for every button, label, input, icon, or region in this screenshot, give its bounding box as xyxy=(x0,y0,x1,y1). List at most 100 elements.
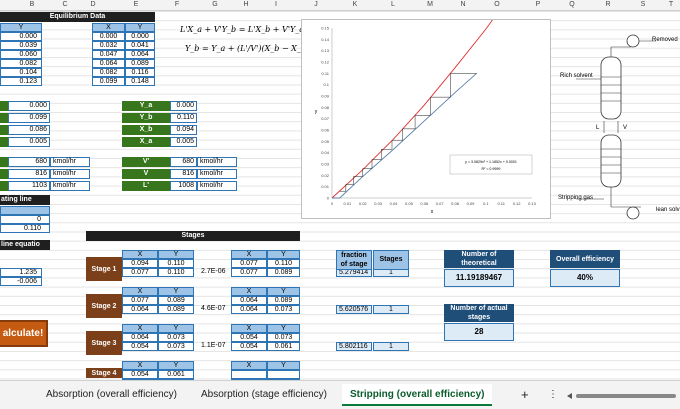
line-eq-value[interactable]: 1.235 xyxy=(0,268,42,277)
stage-cell[interactable]: 0.064 xyxy=(231,296,267,305)
eq-y-cell[interactable]: 0.041 xyxy=(125,41,155,50)
more-tabs-icon[interactable]: ⋮ xyxy=(540,384,566,406)
col-header[interactable]: D xyxy=(83,1,103,8)
stage-fraction[interactable]: 5.620576 xyxy=(336,305,372,314)
stage-cell[interactable]: 0.089 xyxy=(158,296,194,305)
param-value[interactable]: 0.000 xyxy=(8,101,50,111)
stage-count[interactable]: 1 xyxy=(373,342,409,351)
stage-cell[interactable]: 0.094 xyxy=(122,259,158,268)
param-value[interactable]: 0.005 xyxy=(8,137,50,147)
stage-cell[interactable]: 0.077 xyxy=(122,296,158,305)
stage-col-y[interactable]: Y xyxy=(158,250,194,259)
col-header[interactable]: Q xyxy=(562,1,582,8)
param-value[interactable]: 0.086 xyxy=(8,125,50,135)
stage-col-y[interactable]: Y xyxy=(267,324,300,333)
col-header[interactable]: H xyxy=(236,1,256,8)
flow-unit[interactable]: kmol/hr xyxy=(197,181,237,191)
stage-cell[interactable]: 0.073 xyxy=(267,333,300,342)
stage-cell[interactable]: 0.054 xyxy=(231,333,267,342)
stage-cell[interactable]: 0.073 xyxy=(267,305,300,314)
stage-col-x[interactable]: X xyxy=(122,324,158,333)
stage-cell[interactable]: 0.064 xyxy=(231,305,267,314)
line-eq-value[interactable]: -0.006 xyxy=(0,277,42,286)
op-line-value[interactable]: 0.110 xyxy=(0,224,50,233)
eq-col-y[interactable]: Y xyxy=(125,23,155,32)
col-header[interactable]: R xyxy=(598,1,618,8)
tab-absorption-overall[interactable]: Absorption (overall efficiency) xyxy=(38,384,185,406)
stage-col-y[interactable]: Y xyxy=(158,287,194,296)
stage-fraction[interactable]: 5.802116 xyxy=(336,342,372,351)
col-header[interactable]: I xyxy=(266,1,286,8)
flow-value[interactable]: 1103 xyxy=(8,181,50,191)
stage-cell[interactable]: 0.061 xyxy=(158,370,194,379)
efficiency-value[interactable]: 40% xyxy=(550,269,620,287)
flow-value[interactable]: 680 xyxy=(8,157,50,167)
stage-cell[interactable]: 0.061 xyxy=(267,342,300,351)
stage-col-y[interactable]: Y xyxy=(158,324,194,333)
stage-cell[interactable]: 0.110 xyxy=(158,259,194,268)
col-header[interactable]: O xyxy=(487,1,507,8)
flow-value[interactable]: 816 xyxy=(8,169,50,179)
col-header[interactable]: C xyxy=(55,1,75,8)
flow-unit[interactable]: kmol/hr xyxy=(50,181,90,191)
eq-y-cell[interactable]: 0.148 xyxy=(125,77,155,86)
flow-unit[interactable]: kmol/hr xyxy=(197,169,237,179)
col-header[interactable]: T xyxy=(661,1,680,8)
stage-col-x[interactable]: X xyxy=(231,324,267,333)
op-line-value[interactable]: 0 xyxy=(0,215,50,224)
stage-col-x[interactable]: X xyxy=(231,287,267,296)
col-header[interactable]: J xyxy=(306,1,326,8)
stage-col-y[interactable]: Y xyxy=(267,287,300,296)
eq-left-cell[interactable]: 0.123 xyxy=(0,77,42,86)
eq-x-cell[interactable]: 0.047 xyxy=(92,50,125,59)
stage-col-x[interactable]: X xyxy=(231,361,267,370)
stage-col-x[interactable]: X xyxy=(122,250,158,259)
eq-x-cell[interactable]: 0.099 xyxy=(92,77,125,86)
eq-y-cell[interactable]: 0.116 xyxy=(125,68,155,77)
stage-col-x[interactable]: X xyxy=(231,250,267,259)
spreadsheet-grid[interactable]: Equilibrium Data Y X Y 0.000 0.000 0.000 0.… xyxy=(0,11,680,380)
col-header[interactable]: F xyxy=(167,1,187,8)
flow-value[interactable]: 1008 xyxy=(170,181,197,191)
stage-cell[interactable]: 0.064 xyxy=(122,333,158,342)
col-header[interactable]: G xyxy=(205,1,225,8)
calculate-button[interactable]: alculate! xyxy=(0,320,48,347)
eq-left-cell[interactable]: 0.060 xyxy=(0,50,42,59)
eq-left-cell[interactable]: 0.082 xyxy=(0,59,42,68)
col-header[interactable]: S xyxy=(633,1,653,8)
eq-y-cell[interactable]: 0.064 xyxy=(125,50,155,59)
stage-cell[interactable]: 0.054 xyxy=(231,342,267,351)
horizontal-scrollbar[interactable] xyxy=(576,394,676,398)
stage-count[interactable]: 1 xyxy=(373,305,409,314)
col-header[interactable]: K xyxy=(345,1,365,8)
stage-cell[interactable]: 0.089 xyxy=(158,305,194,314)
param-value[interactable]: 0.000 xyxy=(170,101,197,111)
stage-col-y[interactable]: Y xyxy=(158,361,194,370)
stage-col-y[interactable]: Y xyxy=(267,361,300,370)
theoretical-value[interactable]: 11.19189467 xyxy=(444,269,514,287)
flow-unit[interactable]: kmol/hr xyxy=(50,157,90,167)
stage-cell[interactable] xyxy=(267,370,300,379)
stage-cell[interactable]: 0.077 xyxy=(231,259,267,268)
stage-cell[interactable]: 0.077 xyxy=(231,268,267,277)
flow-value[interactable]: 816 xyxy=(170,169,197,179)
eq-left-cell[interactable]: 0.104 xyxy=(0,68,42,77)
eq-y-cell[interactable]: 0.000 xyxy=(125,32,155,41)
op-line-header[interactable] xyxy=(0,206,50,215)
eq-x-cell[interactable]: 0.082 xyxy=(92,68,125,77)
fraction-header[interactable]: fraction of stage xyxy=(336,250,372,270)
stage-col-y[interactable]: Y xyxy=(267,250,300,259)
mccabe-chart[interactable]: 0 0.01 0.02 0.03 0.04 0.05 0.06 0.07 0.08 0.09 0.1… xyxy=(301,11,551,219)
tab-absorption-stage[interactable]: Absorption (stage efficiency) xyxy=(193,384,335,406)
stage-cell[interactable]: 0.054 xyxy=(122,370,158,379)
col-header[interactable]: P xyxy=(528,1,548,8)
stage-cell[interactable]: 0.110 xyxy=(158,268,194,277)
flow-value[interactable]: 680 xyxy=(170,157,197,167)
param-value[interactable]: 0.099 xyxy=(8,113,50,123)
stage-cell[interactable]: 0.054 xyxy=(122,342,158,351)
eq-x-cell[interactable]: 0.032 xyxy=(92,41,125,50)
scroll-left-icon[interactable] xyxy=(566,393,574,399)
stage-cell[interactable] xyxy=(231,370,267,379)
stage-cell[interactable]: 0.073 xyxy=(158,333,194,342)
stage-cell[interactable]: 0.077 xyxy=(122,268,158,277)
